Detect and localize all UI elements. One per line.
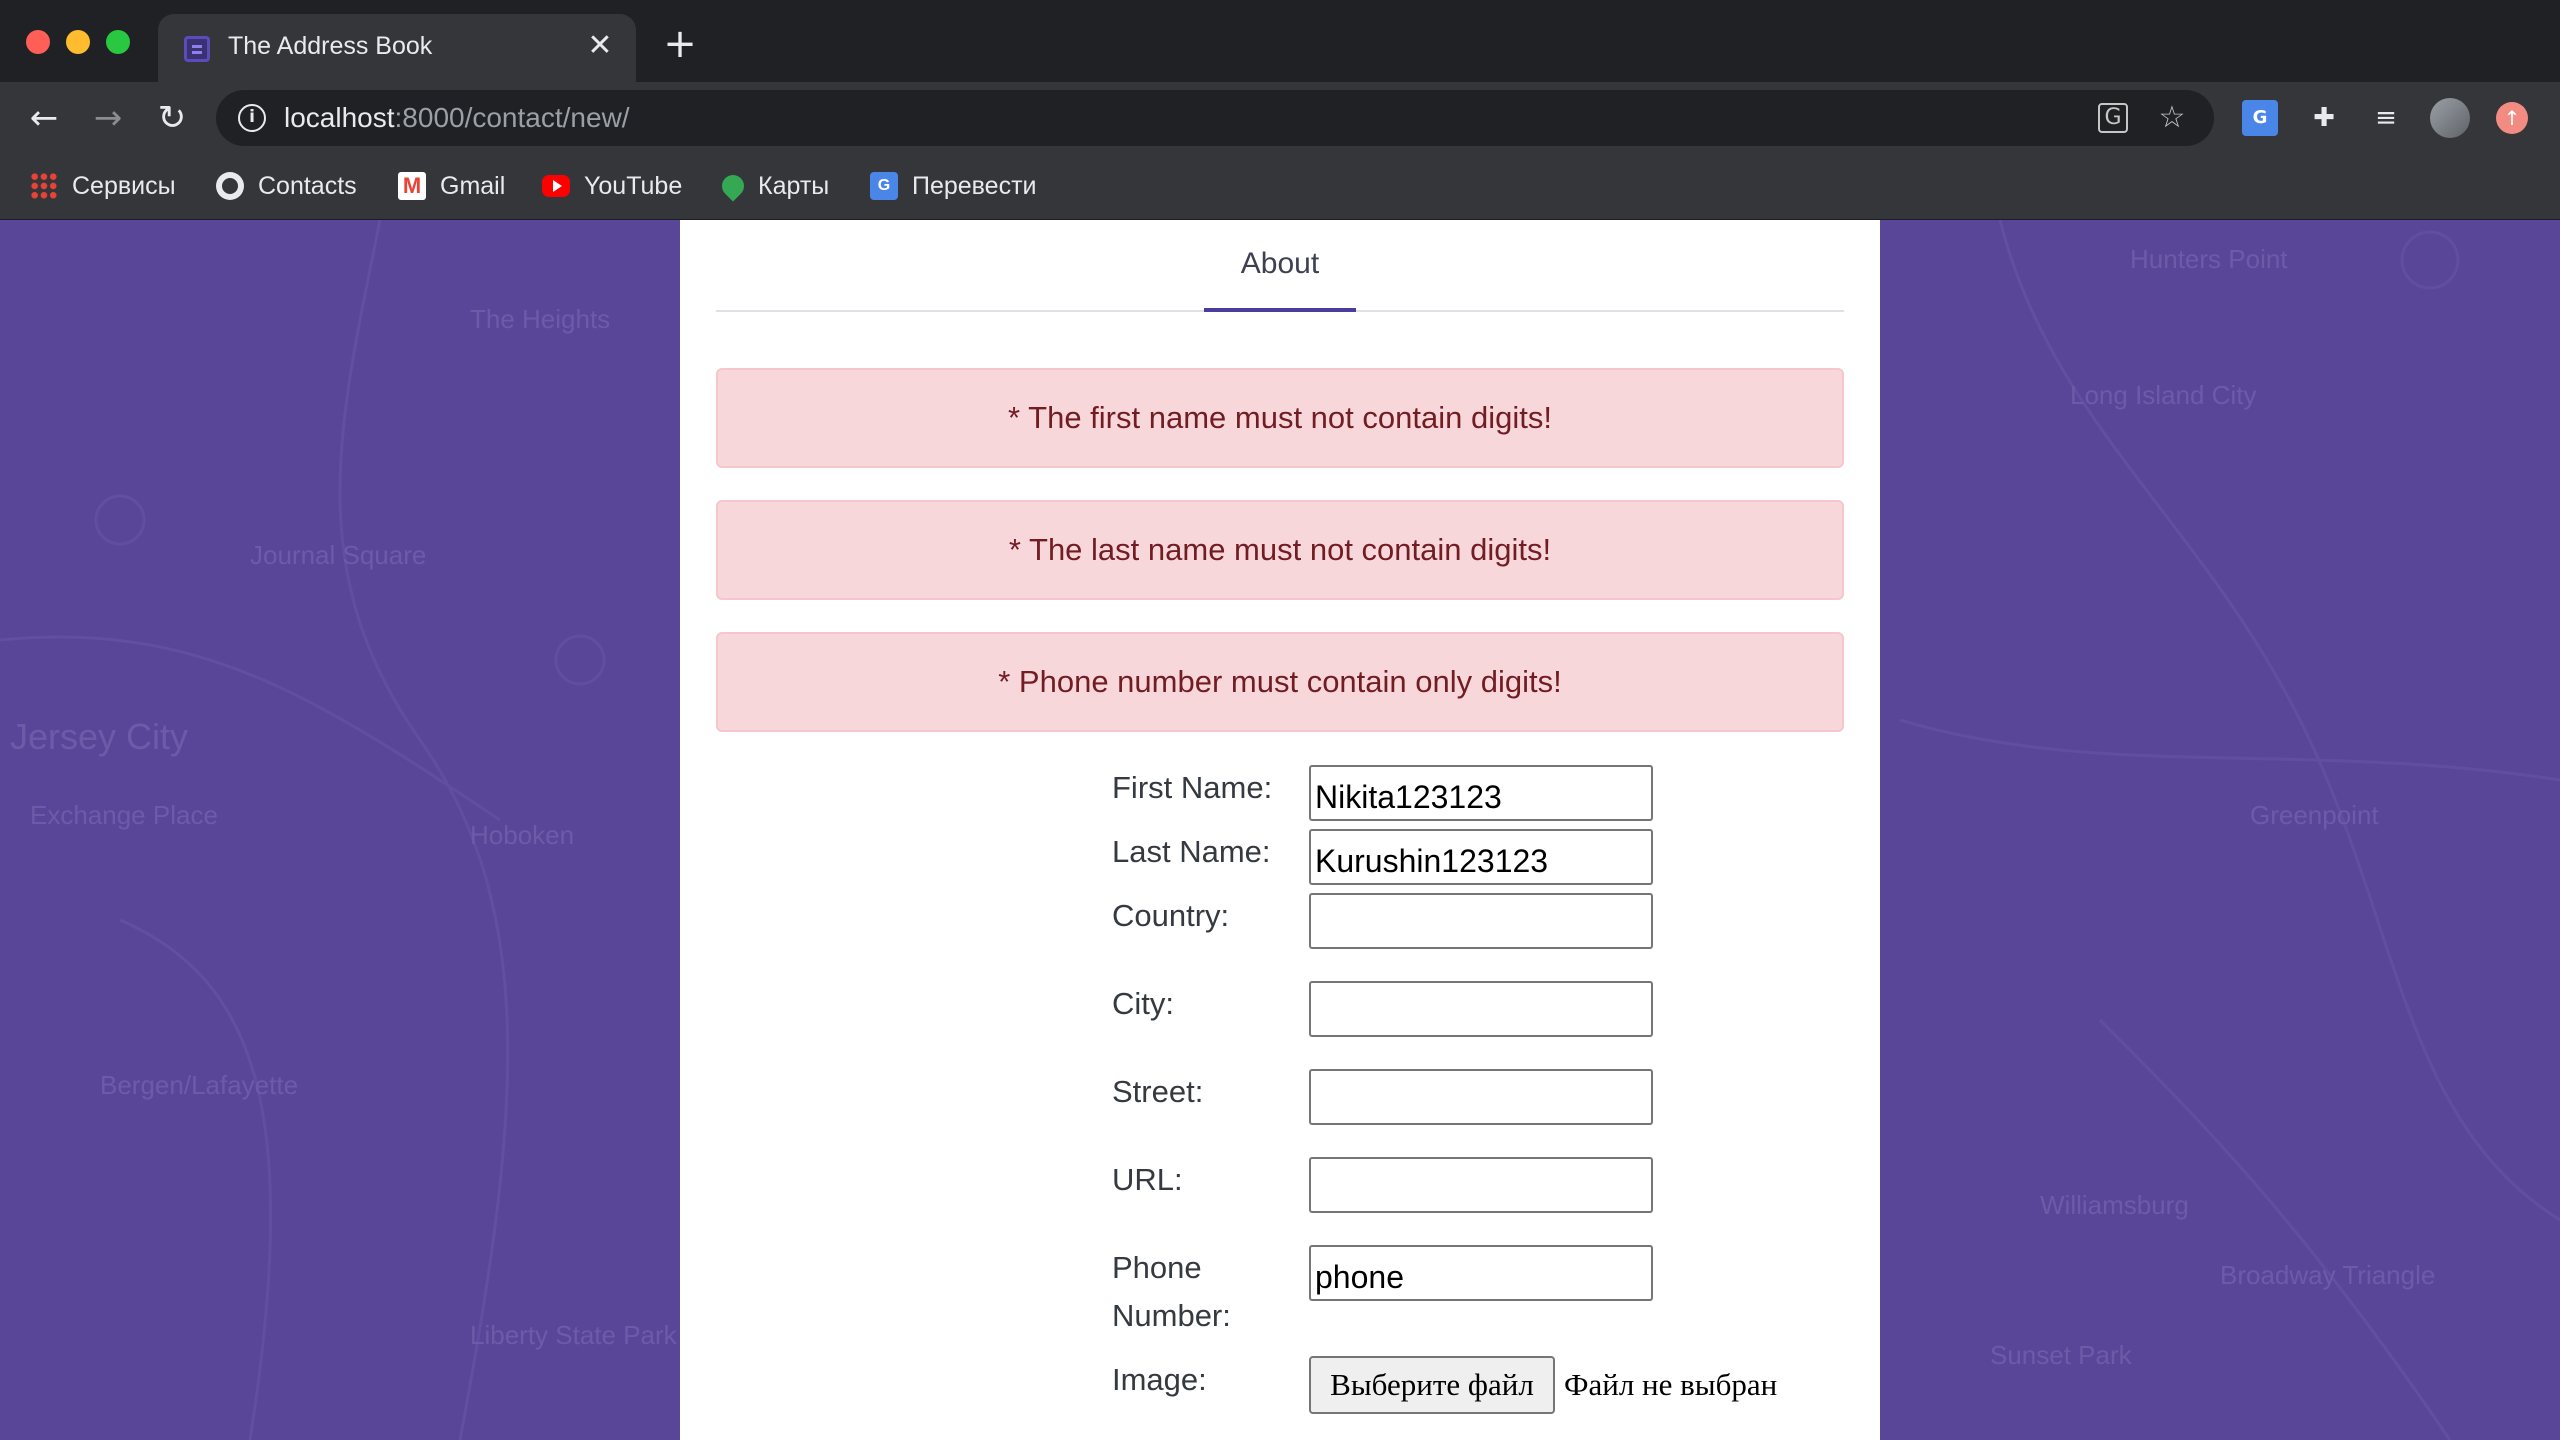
first-name-label: First Name: [1112,770,1273,805]
tab-strip: The Address Book ✕ + [0,0,2560,82]
bookmark-label: YouTube [584,171,683,200]
choose-file-button[interactable]: Выберите файл [1309,1356,1555,1414]
youtube-icon [542,175,570,197]
address-bar[interactable]: i localhost:8000/contact/new/ G ☆ [216,90,2214,146]
bookmark-label: Gmail [440,171,506,200]
translate-icon: G [870,172,898,200]
map-label: Broadway Triangle [2220,1260,2436,1290]
phone-label-line2: Number: [1112,1298,1231,1333]
map-label: Liberty State Park [470,1320,677,1350]
bookmark-label: Сервисы [72,171,176,200]
bookmark-label: Перевести [912,171,1037,200]
phone-label: Phone Number: [1112,1244,1292,1340]
first-name-field[interactable] [1309,765,1653,821]
globe-icon [216,172,244,200]
main-content: About * The first name must not contain … [680,220,1880,1440]
last-name-label: Last Name: [1112,834,1271,869]
new-tab-button[interactable]: + [660,24,700,64]
close-window-button[interactable] [26,30,50,54]
url-field[interactable] [1309,1157,1653,1213]
city-label: City: [1112,986,1174,1021]
bookmark-translate[interactable]: G Перевести [870,166,1037,206]
street-label: Street: [1112,1074,1204,1109]
zoom-window-button[interactable] [106,30,130,54]
google-translate-extension-icon[interactable]: G [2242,100,2278,136]
phone-number-field[interactable] [1309,1245,1653,1301]
map-label: Bergen/Lafayette [100,1070,299,1100]
bookmark-star-icon[interactable]: ☆ [2154,100,2190,136]
update-icon[interactable]: ↑ [2496,102,2528,134]
map-label: Williamsburg [2040,1190,2189,1220]
site-info-icon[interactable]: i [238,104,266,132]
phone-label-line1: Phone [1112,1250,1202,1285]
bookmark-contacts[interactable]: Contacts [216,166,357,206]
maps-pin-icon [717,170,749,202]
reload-icon[interactable]: ↻ [150,96,194,140]
media-queue-icon[interactable]: ≡ [2368,100,2404,136]
address-book-icon [184,36,210,62]
bookmark-maps[interactable]: Карты [717,166,830,206]
map-label: Greenpoint [2250,800,2379,830]
extensions-puzzle-icon[interactable]: ✚ [2306,100,2342,136]
url-text[interactable]: localhost:8000/contact/new/ [284,102,630,134]
map-label: Jersey City [10,716,189,757]
forward-arrow-icon[interactable]: → [86,96,130,140]
image-label: Image: [1112,1362,1207,1397]
url-label: URL: [1112,1162,1183,1197]
map-label: The Heights [470,304,611,334]
city-field[interactable] [1309,981,1653,1037]
minimize-window-button[interactable] [66,30,90,54]
bookmarks-bar: Сервисы Contacts Gmail YouTube Карты G П… [0,154,2560,220]
profile-avatar[interactable] [2430,98,2470,138]
bookmark-youtube[interactable]: YouTube [542,166,682,206]
page-viewport: The Heights Journal Square Jersey City H… [0,220,2560,1440]
country-label: Country: [1112,898,1230,933]
bookmark-apps[interactable]: Сервисы [30,166,176,206]
nav-tabs: About [716,220,1844,312]
tab-about[interactable]: About [1204,220,1356,312]
map-label: Hunters Point [2130,244,2288,274]
map-label: Exchange Place [30,800,218,830]
browser-toolbar: ← → ↻ i localhost:8000/contact/new/ G ☆ … [0,82,2560,154]
tab-title: The Address Book [228,32,433,60]
close-tab-icon[interactable]: ✕ [582,28,618,64]
map-label: Hoboken [470,820,575,850]
map-label: Sunset Park [1990,1340,2132,1370]
bookmark-gmail[interactable]: Gmail [398,166,505,206]
last-name-field[interactable] [1309,829,1653,885]
bookmark-label: Contacts [258,171,357,200]
error-alert-last-name: * The last name must not contain digits! [716,500,1844,600]
file-status-text: Файл не выбран [1564,1367,1778,1402]
map-label: Journal Square [250,540,427,570]
browser-tab[interactable]: The Address Book ✕ [158,14,636,82]
map-label: Long Island City [2070,380,2257,410]
back-arrow-icon[interactable]: ← [22,96,66,140]
translate-page-icon[interactable]: G [2098,103,2128,133]
error-alert-phone: * Phone number must contain only digits! [716,632,1844,732]
gmail-icon [398,172,426,200]
street-field[interactable] [1309,1069,1653,1125]
error-alert-first-name: * The first name must not contain digits… [716,368,1844,468]
apps-grid-icon [30,172,58,200]
country-field[interactable] [1309,893,1653,949]
bookmark-label: Карты [758,171,830,200]
